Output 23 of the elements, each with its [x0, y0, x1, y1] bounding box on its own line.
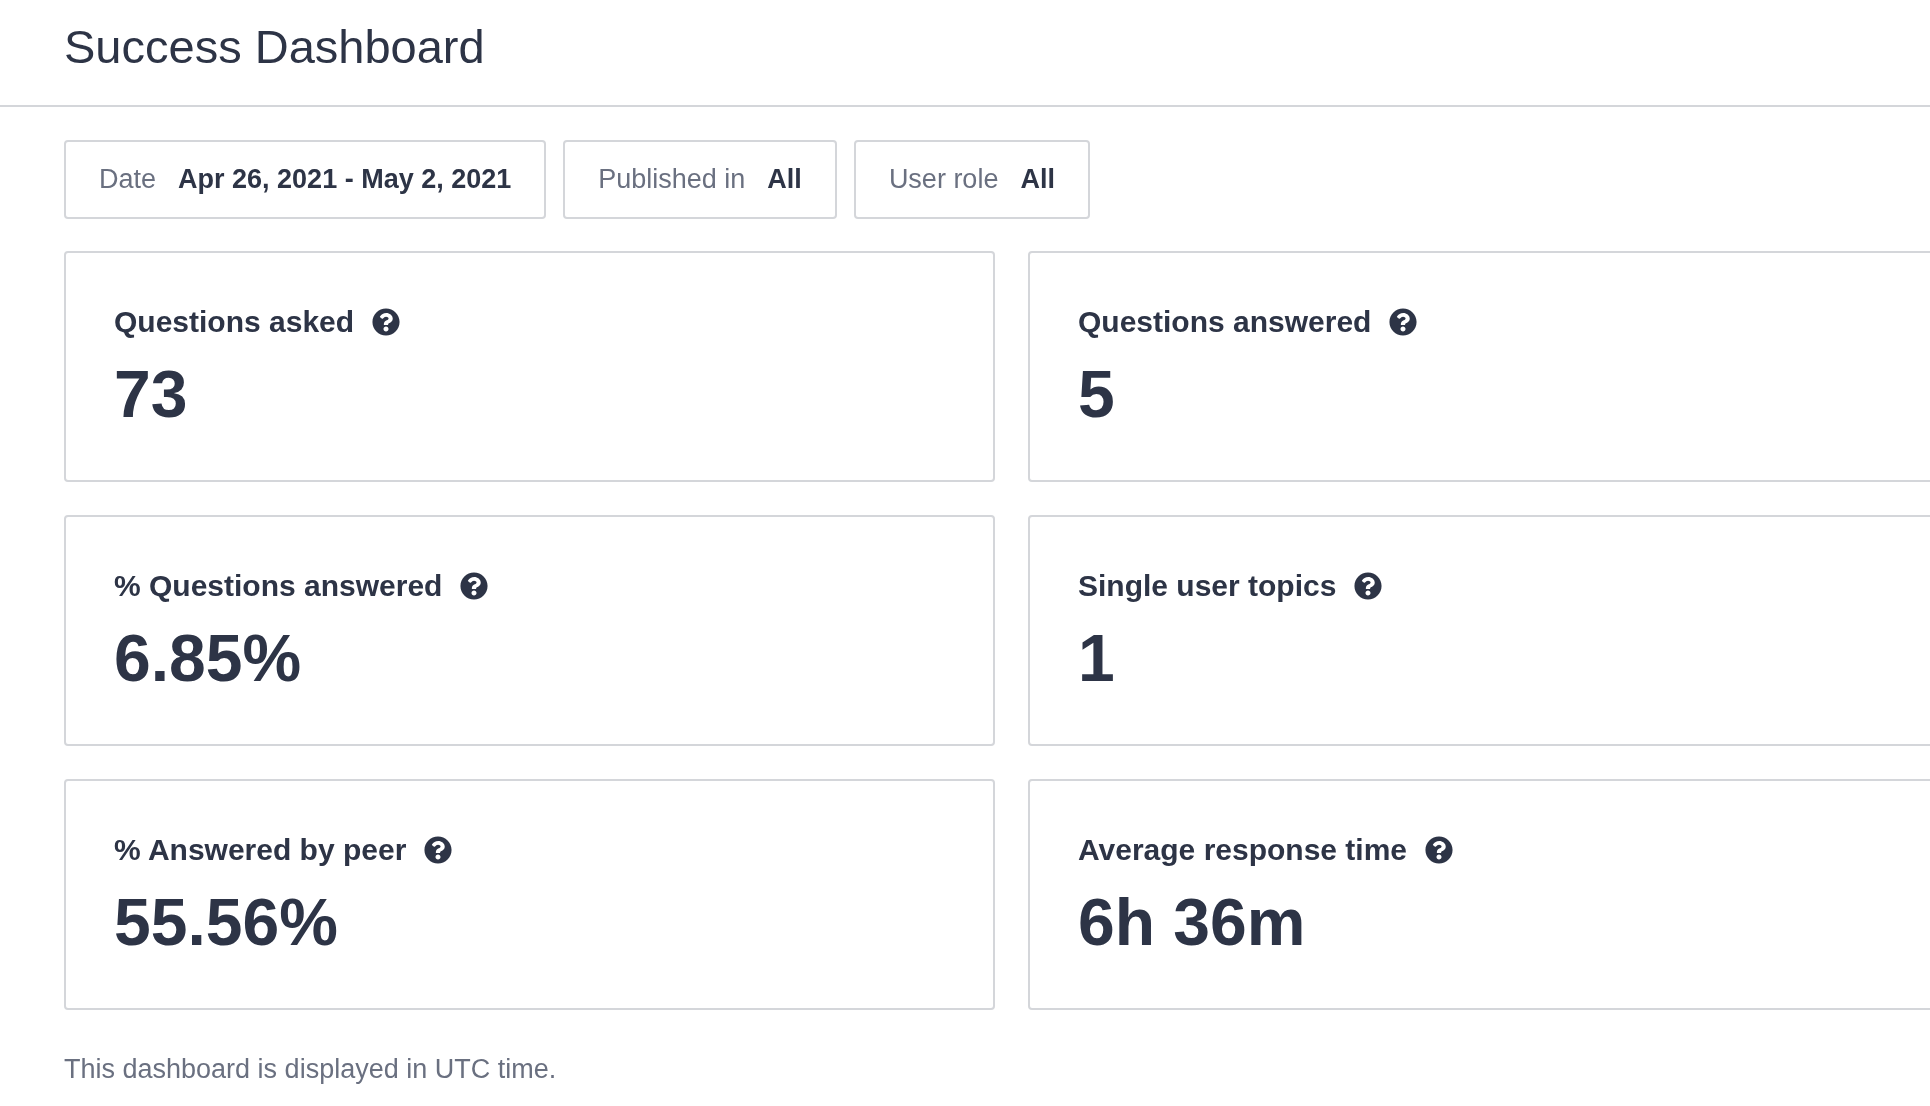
- help-icon[interactable]: [372, 308, 401, 336]
- filter-button[interactable]: Published in All: [563, 140, 837, 219]
- help-icon[interactable]: [1425, 836, 1454, 864]
- metric-label: Questions asked: [114, 305, 355, 339]
- help-icon[interactable]: [460, 572, 489, 600]
- metric-label: Questions answered: [1078, 305, 1372, 339]
- metric-value: 73: [114, 361, 189, 427]
- metric-label: Single user topics: [1078, 569, 1337, 603]
- filter-button[interactable]: Date Apr 26, 2021 - May 2, 2021: [64, 140, 547, 219]
- page-title: Success Dashboard: [64, 19, 485, 75]
- metric-value: 5: [1078, 361, 1116, 427]
- filter-button[interactable]: User role All: [853, 140, 1090, 219]
- help-icon[interactable]: [1389, 308, 1418, 336]
- help-icon[interactable]: [424, 836, 453, 864]
- metric-label: % Answered by peer: [114, 833, 407, 867]
- help-icon[interactable]: [1354, 572, 1383, 600]
- metric-label: Average response time: [1078, 833, 1408, 867]
- footer-note: This dashboard is displayed in UTC time.: [64, 1054, 558, 1085]
- metric-value: 6.85%: [114, 625, 303, 691]
- metric-value: 6h 36m: [1078, 889, 1307, 955]
- metric-value: 1: [1078, 625, 1116, 691]
- metric-label: % Questions answered: [114, 569, 443, 603]
- metric-value: 55.56%: [114, 889, 339, 955]
